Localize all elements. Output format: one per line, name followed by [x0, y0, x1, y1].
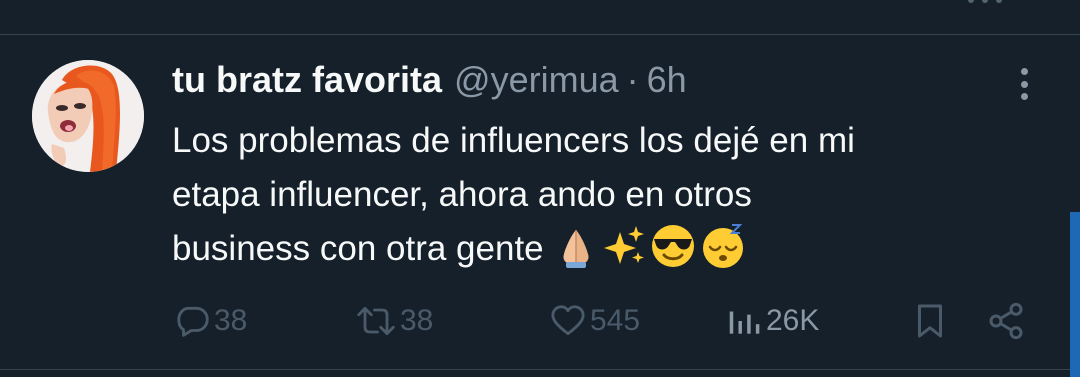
emoji-group	[554, 223, 746, 269]
views-button[interactable]: 26K	[724, 296, 819, 346]
more-dot-icon	[1020, 68, 1028, 75]
sleeping-face-icon	[702, 224, 743, 268]
share-button[interactable]	[986, 296, 1026, 346]
tweet-actions: 38 38 545 26K	[0, 296, 1080, 346]
sunglasses-face-icon	[651, 225, 694, 267]
repost-button[interactable]: 38	[354, 296, 433, 346]
folded-hands-icon	[563, 230, 589, 268]
tweet-text: Los problemas de influencers los dejé en…	[172, 114, 1012, 276]
share-icon	[989, 302, 1023, 340]
heart-icon	[551, 305, 585, 336]
avatar-image	[32, 60, 144, 172]
bookmark-icon	[918, 304, 942, 338]
tweet-text-line: etapa influencer, ahora ando en otros	[172, 175, 752, 214]
views-count: 26K	[766, 304, 820, 337]
like-button[interactable]: 545	[548, 296, 640, 346]
timestamp[interactable]: 6h	[647, 58, 687, 102]
views-chart-icon	[729, 311, 760, 334]
sparkles-icon	[603, 226, 644, 264]
divider-top	[0, 34, 1080, 35]
more-dot-icon	[1020, 93, 1028, 100]
like-count: 545	[590, 304, 641, 337]
reply-icon	[177, 306, 209, 337]
user-handle[interactable]: @yerimua	[454, 58, 619, 102]
reply-count: 38	[214, 304, 248, 337]
tweet-header: tu bratz favorita @yerimua · 6h	[172, 58, 687, 102]
more-dot-icon	[1020, 80, 1028, 88]
display-name[interactable]: tu bratz favorita	[172, 58, 442, 102]
scrollbar-thumb[interactable]	[1070, 212, 1080, 377]
avatar[interactable]	[32, 60, 144, 172]
more-options-button[interactable]	[1014, 64, 1034, 104]
tweet-text-line-content: business con otra gente	[172, 229, 544, 268]
divider-bottom	[0, 369, 1080, 370]
tweet-text-line: business con otra gente	[172, 222, 1012, 276]
repost-count: 38	[400, 304, 434, 337]
header-separator: ·	[626, 59, 639, 100]
reply-button[interactable]: 38	[174, 296, 247, 346]
previous-tweet-menu-dots	[968, 0, 1002, 6]
tweet-page: tu bratz favorita @yerimua · 6h Los prob…	[0, 0, 1080, 377]
repost-icon	[357, 307, 395, 335]
tweet-text-line: Los problemas de influencers los dejé en…	[172, 121, 855, 160]
bookmark-button[interactable]	[912, 296, 948, 346]
